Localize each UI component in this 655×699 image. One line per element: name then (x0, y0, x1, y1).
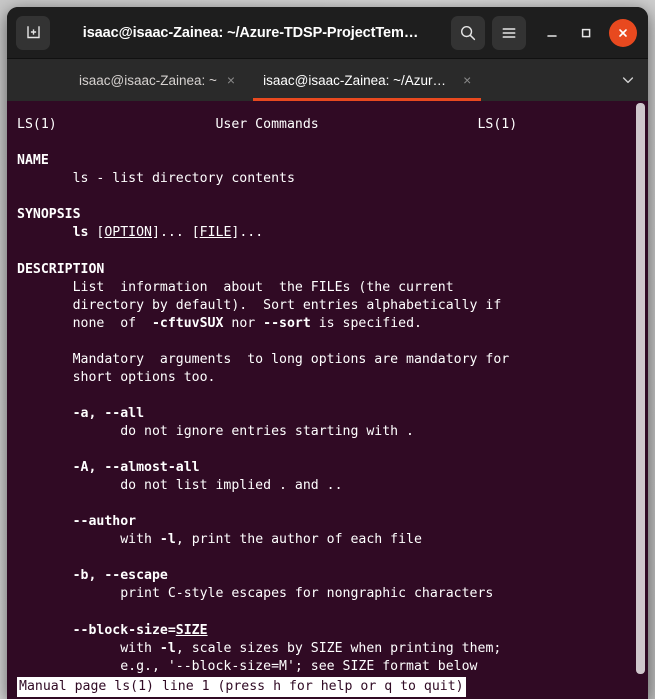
terminal-scrollbar[interactable] (636, 101, 645, 699)
tab-label: isaac@isaac-Zainea: ~ (79, 72, 217, 88)
search-button[interactable] (451, 15, 485, 50)
close-button[interactable] (609, 18, 637, 47)
minimize-icon (544, 25, 560, 41)
tab-0[interactable]: isaac@isaac-Zainea: ~ × (65, 59, 249, 101)
tab-1[interactable]: isaac@isaac-Zainea: ~/Azure-TD… × (249, 59, 485, 101)
tab-label: isaac@isaac-Zainea: ~/Azure-TD… (263, 72, 453, 88)
tab-close-icon[interactable]: × (227, 73, 235, 87)
new-terminal-button[interactable] (16, 15, 50, 50)
maximize-icon (578, 25, 594, 41)
tab-close-icon[interactable]: × (463, 73, 471, 87)
tab-bar: isaac@isaac-Zainea: ~ × isaac@isaac-Zain… (7, 59, 648, 101)
less-status-bar: Manual page ls(1) line 1 (press h for he… (17, 677, 466, 697)
close-icon (616, 26, 630, 40)
chevron-down-icon (620, 72, 636, 88)
terminal-window: isaac@isaac-Zainea: ~/Azure-TDSP-Project… (7, 7, 648, 699)
menu-button[interactable] (492, 15, 526, 50)
man-page-text: LS(1) User Commands LS(1) NAME ls - list… (17, 117, 518, 674)
tab-list-dropdown-button[interactable] (608, 59, 648, 101)
terminal-content-area[interactable]: LS(1) User Commands LS(1) NAME ls - list… (7, 101, 648, 699)
hamburger-menu-icon (500, 24, 518, 42)
maximize-button[interactable] (569, 16, 603, 50)
new-terminal-icon (25, 24, 42, 41)
minimize-button[interactable] (535, 16, 569, 50)
search-icon (459, 24, 477, 42)
window-title: isaac@isaac-Zainea: ~/Azure-TDSP-Project… (82, 24, 419, 41)
scrollbar-thumb[interactable] (636, 103, 645, 674)
title-bar: isaac@isaac-Zainea: ~/Azure-TDSP-Project… (7, 7, 648, 59)
